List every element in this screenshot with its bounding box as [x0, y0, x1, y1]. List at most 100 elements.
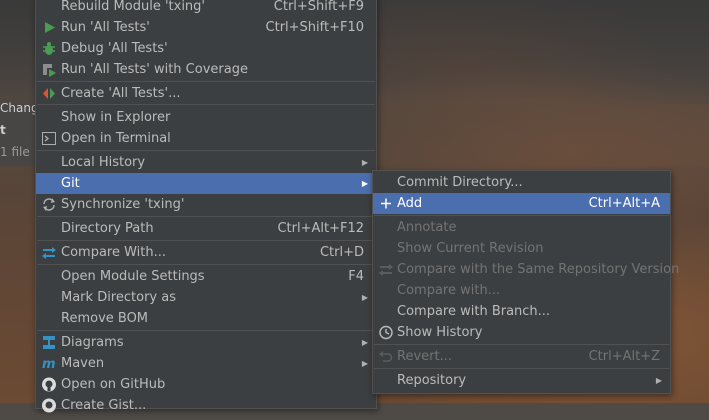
menu-item-label: Debug 'All Tests' [61, 41, 168, 56]
menu-item-label: Maven [61, 356, 105, 371]
menu-item-synchronize[interactable]: Synchronize 'txing' [36, 194, 376, 215]
menu-item-label: Directory Path [61, 221, 154, 236]
menu-item-shortcut: Ctrl+Shift+F10 [265, 20, 364, 35]
menu-item-label: Compare with Branch... [397, 304, 551, 319]
menu-item-show-in-explorer[interactable]: Show in Explorer [36, 107, 376, 128]
menu-item-create-all-tests[interactable]: Create 'All Tests'... [36, 83, 376, 104]
menu-item-label: Run 'All Tests' [61, 20, 150, 35]
git-item-revert[interactable]: Revert... Ctrl+Alt+Z [373, 346, 670, 367]
project-context-menu: Rebuild Module 'txing' Ctrl+Shift+F9 Run… [35, 0, 377, 413]
git-item-show-history[interactable]: Show History [373, 322, 670, 343]
menu-item-label: Commit Directory... [397, 175, 523, 190]
menu-item-diagrams[interactable]: Diagrams ▶ [36, 332, 376, 353]
menu-item-open-on-github[interactable]: Open on GitHub [36, 374, 376, 395]
menu-item-shortcut: Ctrl+Alt+F12 [277, 221, 364, 236]
svg-text:m: m [42, 357, 56, 371]
history-icon [378, 325, 394, 340]
menu-item-label: Create 'All Tests'... [61, 86, 181, 101]
git-item-repository[interactable]: Repository ▶ [373, 370, 670, 391]
submenu-arrow-icon: ▶ [361, 293, 368, 302]
menu-separator [374, 368, 669, 369]
menu-item-compare-with[interactable]: Compare With... Ctrl+D [36, 242, 376, 263]
compare-icon [41, 245, 57, 260]
submenu-arrow-icon: ▶ [361, 179, 368, 188]
diagram-icon [41, 335, 57, 350]
menu-item-debug-all-tests[interactable]: Debug 'All Tests' [36, 38, 376, 59]
menu-item-local-history[interactable]: Local History ▶ [36, 152, 376, 173]
git-submenu: Commit Directory... Add Ctrl+Alt+A Annot… [372, 170, 679, 394]
compare-icon [378, 262, 394, 277]
menu-item-shortcut: Ctrl+Alt+A [588, 196, 660, 211]
git-item-compare-with[interactable]: Compare with... [373, 280, 670, 301]
menu-item-create-gist[interactable]: Create Gist... [36, 395, 376, 416]
terminal-icon [41, 131, 57, 146]
menu-item-shortcut: Ctrl+Alt+Z [588, 349, 660, 364]
github-icon [41, 398, 57, 413]
menu-separator [37, 104, 375, 105]
menu-item-label: Compare with the Same Repository Version [397, 262, 680, 277]
menu-item-label: Compare With... [61, 245, 167, 260]
git-item-annotate[interactable]: Annotate [373, 217, 670, 238]
file-count-label: 1 file [0, 145, 30, 159]
menu-separator [374, 215, 669, 216]
menu-item-shortcut: Ctrl+D [319, 245, 364, 260]
plus-icon [378, 196, 394, 211]
menu-separator [37, 264, 375, 265]
menu-item-label: Compare with... [397, 283, 501, 298]
menu-item-label: Add [397, 196, 423, 211]
sync-icon [41, 197, 57, 212]
github-icon [41, 377, 57, 392]
menu-separator [37, 150, 375, 151]
menu-item-shortcut: F4 [348, 269, 364, 284]
menu-item-label: Remove BOM [61, 311, 149, 326]
menu-item-run-with-coverage[interactable]: Run 'All Tests' with Coverage [36, 59, 376, 80]
menu-item-label: Show in Explorer [61, 110, 171, 125]
menu-separator [37, 216, 375, 217]
submenu-arrow-icon: ▶ [361, 158, 368, 167]
git-item-commit-directory[interactable]: Commit Directory... [373, 172, 670, 193]
menu-item-label: Open on GitHub [61, 377, 166, 392]
menu-item-label: Synchronize 'txing' [61, 197, 185, 212]
menu-item-run-all-tests[interactable]: Run 'All Tests' Ctrl+Shift+F10 [36, 17, 376, 38]
submenu-arrow-icon: ▶ [655, 376, 662, 385]
menu-item-label: Rebuild Module 'txing' [61, 0, 205, 14]
menu-item-label: Create Gist... [61, 398, 147, 413]
menu-separator [374, 344, 669, 345]
menu-item-label: Revert... [397, 349, 452, 364]
menu-item-label: Run 'All Tests' with Coverage [61, 62, 248, 77]
menu-item-label: Open Module Settings [61, 269, 205, 284]
menu-separator [37, 330, 375, 331]
menu-separator [37, 240, 375, 241]
git-item-compare-with-branch[interactable]: Compare with Branch... [373, 301, 670, 322]
menu-item-label: Repository [397, 373, 467, 388]
coverage-icon [41, 62, 57, 77]
git-item-show-current-revision[interactable]: Show Current Revision [373, 238, 670, 259]
menu-item-directory-path[interactable]: Directory Path Ctrl+Alt+F12 [36, 218, 376, 239]
menu-item-remove-bom[interactable]: Remove BOM [36, 308, 376, 329]
menu-item-label: Diagrams [61, 335, 124, 350]
menu-item-open-module-settings[interactable]: Open Module Settings F4 [36, 266, 376, 287]
menu-item-maven[interactable]: m Maven ▶ [36, 353, 376, 374]
maven-icon: m [41, 356, 57, 372]
git-item-compare-same-repo-version[interactable]: Compare with the Same Repository Version [373, 259, 679, 280]
revert-icon [378, 349, 394, 364]
menu-item-label: Mark Directory as [61, 290, 176, 305]
menu-item-label: Local History [61, 155, 146, 170]
menu-item-mark-directory-as[interactable]: Mark Directory as ▶ [36, 287, 376, 308]
menu-item-label: Show Current Revision [397, 241, 544, 256]
run-icon [41, 20, 57, 35]
git-item-add[interactable]: Add Ctrl+Alt+A [373, 193, 670, 214]
menu-item-git[interactable]: Git ▶ [36, 173, 376, 194]
create-test-icon [41, 86, 57, 101]
submenu-arrow-icon: ▶ [361, 338, 368, 347]
menu-item-label: Annotate [397, 220, 457, 235]
commit-label: t [0, 123, 6, 137]
menu-item-rebuild-module[interactable]: Rebuild Module 'txing' Ctrl+Shift+F9 [36, 0, 376, 17]
menu-separator [37, 81, 375, 82]
menu-item-shortcut: Ctrl+Shift+F9 [273, 0, 364, 14]
menu-item-label: Show History [397, 325, 483, 340]
menu-item-label: Git [61, 176, 80, 191]
debug-icon [41, 41, 57, 56]
menu-item-open-in-terminal[interactable]: Open in Terminal [36, 128, 376, 149]
submenu-arrow-icon: ▶ [361, 359, 368, 368]
